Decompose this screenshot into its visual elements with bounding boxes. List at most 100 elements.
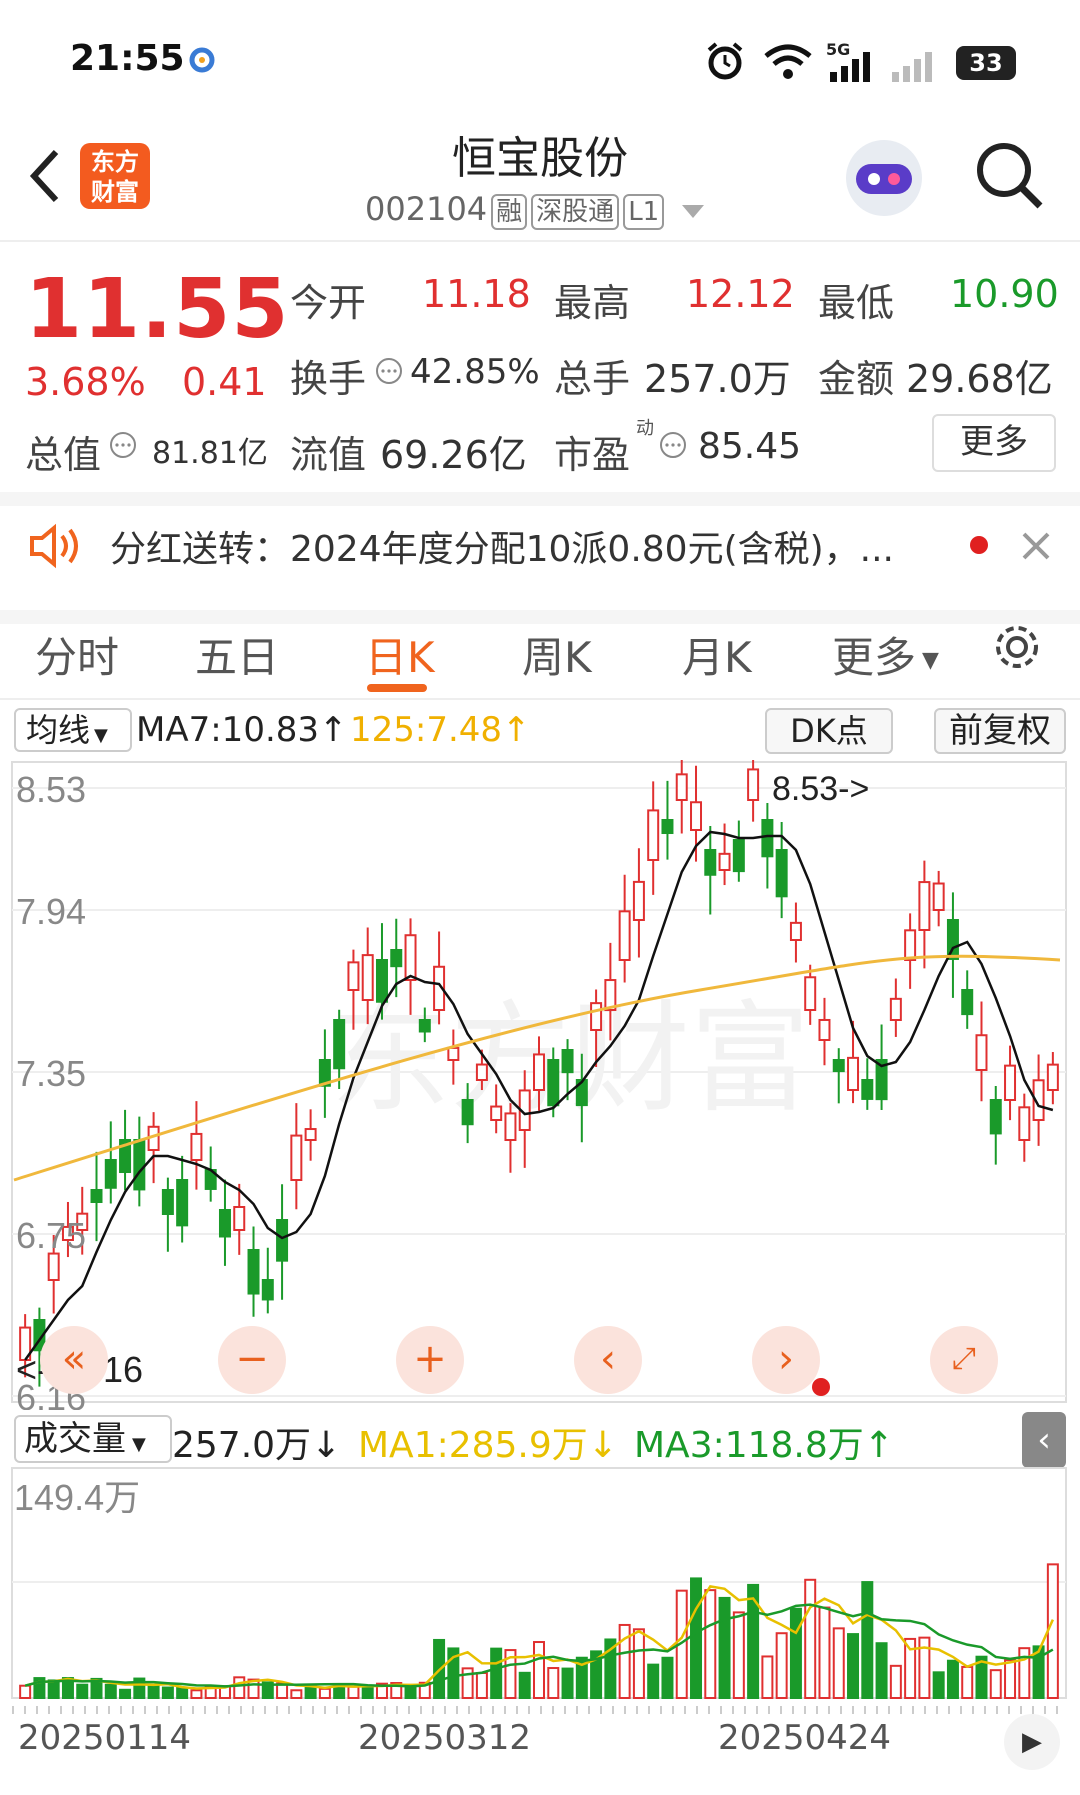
candle-body bbox=[390, 949, 403, 968]
volume-bar bbox=[490, 1647, 503, 1699]
close-icon[interactable] bbox=[1018, 528, 1054, 564]
robot-assistant-icon[interactable] bbox=[842, 136, 926, 220]
info-icon[interactable] bbox=[658, 430, 688, 460]
tag-level: L1 bbox=[623, 194, 665, 230]
tab-monthly-k[interactable]: 月K bbox=[682, 624, 752, 685]
more-quote-button[interactable]: 更多 bbox=[932, 414, 1056, 472]
volume-bar bbox=[889, 1664, 902, 1699]
wifi-icon bbox=[764, 44, 812, 79]
amount-label: 金额 bbox=[818, 357, 895, 401]
volume-bar bbox=[847, 1633, 860, 1700]
max-price-marker: 8.53-> bbox=[772, 770, 869, 808]
speaker-icon bbox=[30, 523, 78, 569]
volume-bar bbox=[547, 1667, 560, 1699]
status-bar: 21:55 5G 33 bbox=[0, 0, 1080, 110]
date-label-3: 20250424 bbox=[718, 1718, 892, 1758]
signal-2-icon bbox=[892, 52, 932, 82]
unread-dot bbox=[970, 536, 988, 554]
battery-icon: 33 bbox=[956, 46, 1016, 80]
candle-body bbox=[190, 1132, 203, 1161]
candle-body bbox=[361, 954, 374, 1002]
y-axis-label: 7.94 bbox=[16, 891, 86, 932]
tab-more[interactable]: 更多 ▼ bbox=[832, 624, 939, 685]
volume-value: 257.0万 bbox=[644, 357, 791, 401]
y-axis-label: 8.53 bbox=[16, 769, 86, 810]
turnover-label: 换手 bbox=[290, 357, 367, 401]
scroll-right-button[interactable]: ▶ bbox=[1004, 1714, 1060, 1770]
volume-bar bbox=[176, 1686, 189, 1700]
candle-body bbox=[989, 1099, 1002, 1135]
volume-bar bbox=[690, 1577, 703, 1699]
volume-chart[interactable]: 149.4万 bbox=[0, 1466, 1080, 1706]
volume-bar bbox=[832, 1627, 845, 1700]
collapse-panel-button[interactable]: ‹ bbox=[1022, 1412, 1066, 1468]
dk-point-button[interactable]: DK点 bbox=[765, 708, 893, 754]
candle-body bbox=[818, 1018, 831, 1042]
candle-body bbox=[276, 1219, 289, 1262]
candle-body bbox=[1018, 1106, 1031, 1141]
candle-body bbox=[847, 1056, 860, 1092]
open-label: 今开 bbox=[290, 281, 367, 325]
high-label: 最高 bbox=[554, 281, 631, 325]
adjust-mode-button[interactable]: 前复权 bbox=[934, 708, 1066, 754]
open-value: 11.18 bbox=[422, 272, 531, 316]
volume-dropdown[interactable]: 成交量 ▼ bbox=[14, 1415, 172, 1463]
candle-body bbox=[176, 1179, 189, 1227]
info-icon[interactable] bbox=[374, 356, 404, 386]
candle-body bbox=[533, 1053, 545, 1092]
settings-gear-icon[interactable] bbox=[990, 620, 1044, 674]
search-icon[interactable] bbox=[974, 140, 1046, 212]
chevron-down-icon[interactable] bbox=[682, 204, 705, 218]
zoom-in-button[interactable]: + bbox=[396, 1326, 464, 1394]
move-left-button[interactable]: ‹ bbox=[574, 1326, 642, 1394]
volume-bar bbox=[818, 1606, 831, 1699]
candle-body bbox=[861, 1079, 874, 1100]
tab-five-day[interactable]: 五日 bbox=[195, 624, 279, 685]
float-label: 流值 bbox=[290, 433, 367, 477]
notice-text[interactable]: 分红送转：2024年度分配10派0.80元(含税)，... bbox=[110, 520, 910, 572]
volume-bar bbox=[76, 1683, 89, 1700]
volume-bar bbox=[804, 1578, 817, 1699]
y-axis-label: 6.75 bbox=[16, 1215, 86, 1256]
candle-body bbox=[104, 1159, 117, 1189]
ma-dropdown[interactable]: 均线 ▼ bbox=[14, 708, 132, 752]
candle-body bbox=[975, 1034, 988, 1072]
volume-bar bbox=[161, 1686, 174, 1700]
mktcap-value: 81.81亿 bbox=[152, 436, 268, 471]
candle-body bbox=[418, 1019, 431, 1033]
date-label-2: 20250312 bbox=[358, 1718, 532, 1758]
scroll-left-fast-button[interactable]: « bbox=[40, 1326, 108, 1394]
low-value: 10.90 bbox=[950, 272, 1059, 316]
volume-bar bbox=[875, 1642, 888, 1700]
tab-intraday[interactable]: 分时 bbox=[35, 624, 119, 685]
tag-margin: 融 bbox=[491, 194, 528, 230]
volume-bar bbox=[732, 1611, 745, 1699]
volume-bar bbox=[233, 1676, 246, 1700]
mktcap-label: 总值 bbox=[25, 433, 102, 477]
current-price: 11.55 bbox=[25, 262, 290, 357]
candle-body bbox=[675, 773, 688, 801]
pe-label: 市盈 bbox=[554, 433, 631, 477]
zoom-out-button[interactable]: − bbox=[218, 1326, 286, 1394]
candle-body bbox=[889, 997, 902, 1022]
volume-bar bbox=[404, 1686, 417, 1700]
candle-body bbox=[661, 819, 674, 835]
candle-body bbox=[804, 976, 817, 1011]
kline-chart[interactable]: 东方财富 8.537.947.356.756.168.53-><---6.16 bbox=[0, 760, 1080, 1410]
volume-bar bbox=[318, 1687, 331, 1699]
move-right-button[interactable]: › bbox=[752, 1326, 820, 1394]
tab-daily-k[interactable]: 日K bbox=[365, 624, 435, 685]
candle-body bbox=[561, 1049, 574, 1074]
candle-body bbox=[690, 801, 703, 831]
candle-body bbox=[1004, 1064, 1017, 1101]
candle-body bbox=[461, 1099, 474, 1126]
candle-body bbox=[761, 819, 774, 858]
date-label-1: 20250114 bbox=[18, 1718, 192, 1758]
volume-bar bbox=[661, 1656, 674, 1699]
info-icon[interactable] bbox=[108, 430, 138, 460]
tab-weekly-k[interactable]: 周K bbox=[522, 624, 592, 685]
change-amt: 0.41 bbox=[182, 360, 267, 404]
volume-bar bbox=[47, 1679, 60, 1699]
fullscreen-button[interactable]: ⤢ bbox=[930, 1326, 998, 1394]
candle-body bbox=[47, 1252, 60, 1282]
